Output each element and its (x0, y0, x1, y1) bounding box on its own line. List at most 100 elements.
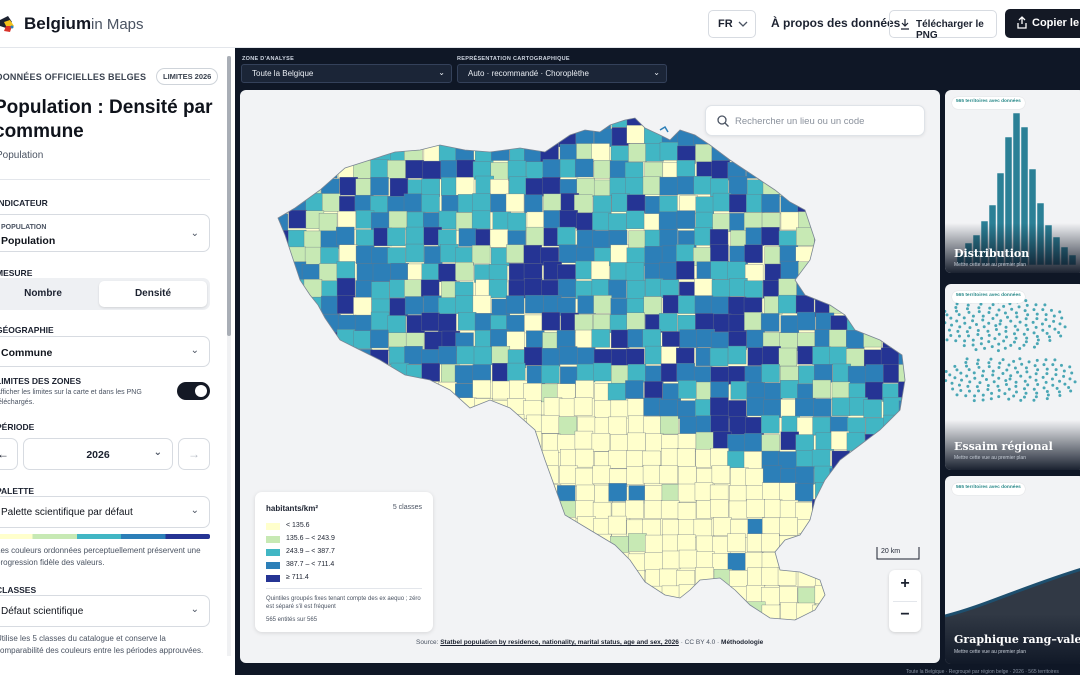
commune-cell[interactable] (526, 499, 545, 518)
commune-cell[interactable] (542, 619, 561, 638)
commune-cell[interactable] (645, 278, 664, 297)
commune-cell[interactable] (849, 451, 868, 470)
commune-cell[interactable] (608, 416, 627, 436)
commune-cell[interactable] (559, 210, 578, 229)
commune-cell[interactable] (319, 159, 338, 179)
commune-cell[interactable] (338, 108, 357, 127)
commune-cell[interactable] (744, 280, 763, 299)
commune-cell[interactable] (339, 383, 358, 403)
commune-cell[interactable] (814, 278, 834, 297)
commune-cell[interactable] (456, 159, 476, 179)
commune-cell[interactable] (269, 467, 288, 486)
commune-cell[interactable] (353, 160, 372, 179)
commune-cell[interactable] (438, 501, 458, 520)
commune-cell[interactable] (285, 448, 305, 467)
commune-cell[interactable] (475, 517, 495, 536)
commune-cell[interactable] (761, 160, 780, 179)
commune-cell[interactable] (898, 314, 917, 333)
commune-cell[interactable] (896, 210, 915, 230)
commune-cell[interactable] (917, 451, 935, 469)
commune-cell[interactable] (661, 620, 679, 638)
commune-cell[interactable] (729, 619, 748, 637)
commune-cell[interactable] (626, 312, 645, 331)
commune-cell[interactable] (866, 313, 885, 332)
commune-cell[interactable] (371, 247, 390, 266)
commune-cell[interactable] (627, 398, 647, 417)
commune-cell[interactable] (302, 397, 322, 416)
commune-cell[interactable] (917, 248, 935, 266)
commune-cell[interactable] (355, 229, 375, 248)
commune-cell[interactable] (506, 433, 526, 452)
commune-cell[interactable] (370, 177, 389, 196)
commune-cell[interactable] (830, 518, 849, 537)
commune-cell[interactable] (302, 159, 322, 178)
commune-cell[interactable] (795, 483, 814, 502)
commune-cell[interactable] (474, 485, 493, 504)
commune-cell[interactable] (710, 296, 730, 315)
commune-cell[interactable] (915, 349, 933, 367)
commune-cell[interactable] (355, 125, 374, 144)
commune-cell[interactable] (489, 449, 508, 468)
commune-cell[interactable] (339, 399, 359, 419)
commune-cell[interactable] (677, 483, 697, 503)
commune-cell[interactable] (727, 345, 747, 365)
commune-cell[interactable] (422, 432, 441, 452)
commune-cell[interactable] (916, 483, 934, 501)
commune-cell[interactable] (694, 601, 713, 620)
commune-cell[interactable] (778, 294, 797, 314)
commune-cell[interactable] (506, 485, 525, 504)
commune-cell[interactable] (303, 278, 323, 298)
commune-cell[interactable] (440, 586, 459, 605)
commune-cell[interactable] (727, 434, 746, 453)
commune-cell[interactable] (746, 397, 765, 417)
commune-cell[interactable] (862, 618, 882, 636)
commune-cell[interactable] (424, 246, 443, 265)
commune-cell[interactable] (506, 551, 525, 570)
commune-cell[interactable] (371, 281, 390, 301)
commune-cell[interactable] (693, 366, 713, 385)
period-prev-button[interactable]: ← (0, 438, 18, 470)
commune-cell[interactable] (559, 109, 578, 127)
commune-cell[interactable] (593, 295, 612, 314)
commune-cell[interactable] (883, 397, 902, 416)
commune-cell[interactable] (593, 362, 612, 382)
regional-swarm-card[interactable]: 565 territoires avec données Essaim régi… (945, 284, 1080, 470)
commune-cell[interactable] (472, 364, 492, 383)
commune-cell[interactable] (728, 500, 748, 520)
commune-cell[interactable] (609, 602, 629, 620)
commune-cell[interactable] (916, 213, 934, 231)
commune-cell[interactable] (610, 244, 629, 264)
commune-cell[interactable] (439, 400, 459, 420)
commune-cell[interactable] (866, 145, 886, 164)
commune-cell[interactable] (642, 618, 662, 637)
commune-cell[interactable] (879, 450, 899, 469)
commune-cell[interactable] (713, 621, 731, 639)
commune-cell[interactable] (814, 227, 833, 247)
commune-cell[interactable] (659, 176, 678, 196)
commune-cell[interactable] (489, 619, 509, 637)
commune-cell[interactable] (355, 416, 374, 435)
commune-cell[interactable] (711, 465, 731, 484)
commune-cell[interactable] (915, 195, 933, 213)
commune-cell[interactable] (438, 210, 458, 230)
commune-cell[interactable] (693, 176, 712, 195)
commune-cell[interactable] (473, 346, 493, 366)
commune-cell[interactable] (916, 399, 934, 417)
commune-cell[interactable] (814, 585, 834, 604)
commune-cell[interactable] (746, 142, 765, 162)
commune-cell[interactable] (848, 518, 867, 537)
commune-cell[interactable] (526, 330, 545, 349)
commune-cell[interactable] (285, 366, 304, 385)
commune-cell[interactable] (678, 584, 698, 603)
language-select[interactable]: FR (708, 10, 756, 38)
commune-cell[interactable] (320, 399, 340, 418)
commune-cell[interactable] (626, 570, 645, 589)
commune-cell[interactable] (387, 315, 406, 334)
commune-cell[interactable] (848, 535, 867, 555)
commune-cell[interactable] (320, 109, 339, 128)
commune-cell[interactable] (543, 210, 562, 229)
commune-cell[interactable] (915, 519, 933, 537)
commune-cell[interactable] (592, 600, 611, 620)
methodology-link[interactable]: Méthodologie (721, 639, 763, 646)
commune-cell[interactable] (407, 400, 426, 419)
